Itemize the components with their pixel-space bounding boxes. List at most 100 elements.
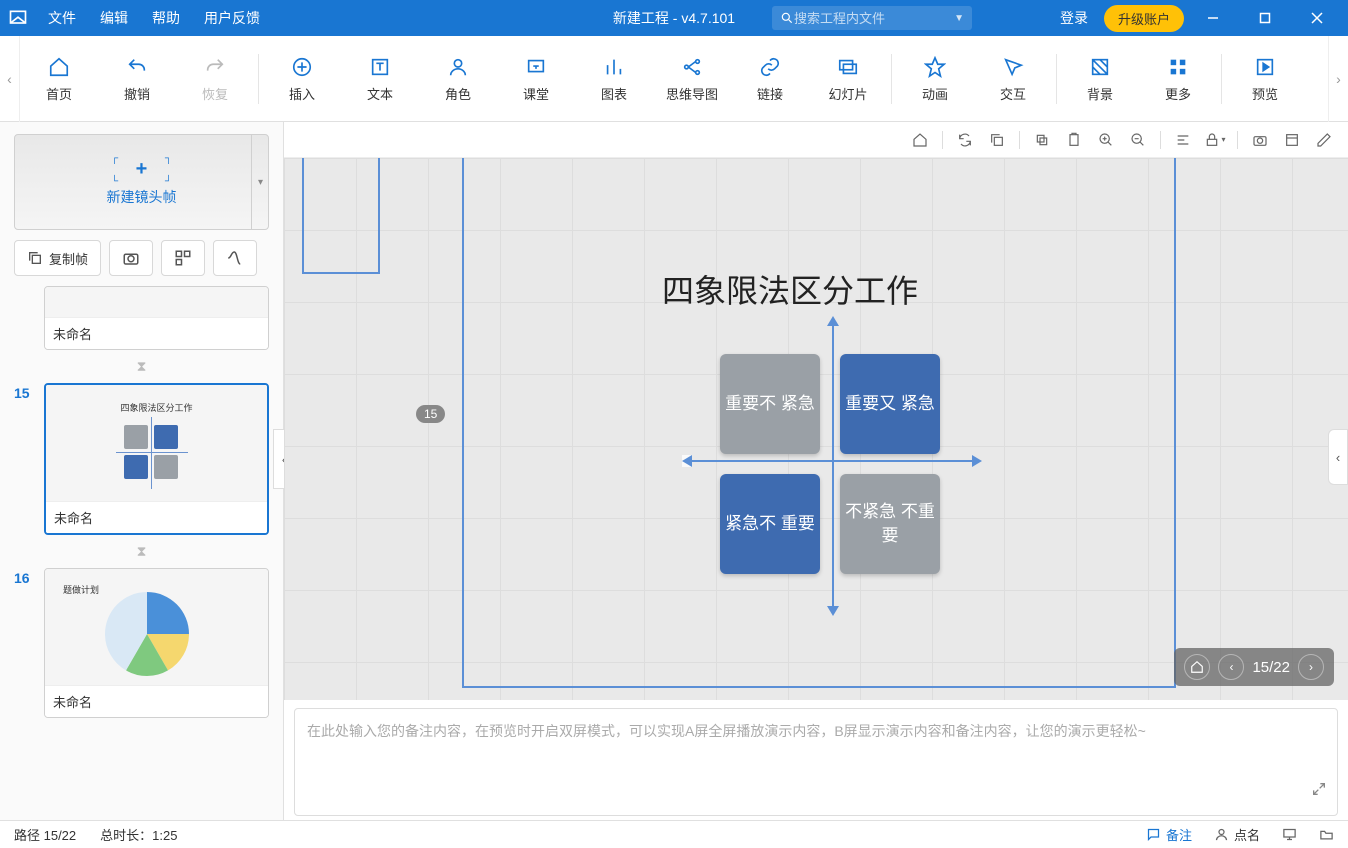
- frame-outline: [302, 158, 380, 274]
- edit-tool[interactable]: [1310, 126, 1338, 154]
- slide-pager: ‹ 15/22 ›: [1174, 648, 1334, 686]
- rotate-icon: [957, 132, 973, 148]
- class-button[interactable]: 课堂: [497, 44, 575, 114]
- zoom-in-button[interactable]: [1092, 126, 1120, 154]
- rollcall-button[interactable]: 点名: [1214, 825, 1260, 844]
- quadrant-diagram[interactable]: 重要不 紧急 重要又 紧急 紧急不 重要 不紧急 不重要: [714, 348, 950, 584]
- new-frame-dropdown[interactable]: ▾: [251, 134, 269, 230]
- play-icon: [1252, 54, 1278, 80]
- path-status: 路径 15/22: [14, 825, 76, 844]
- canvas-home-button[interactable]: [906, 126, 934, 154]
- close-button[interactable]: [1294, 0, 1340, 36]
- quad-box-2[interactable]: 重要又 紧急: [840, 354, 940, 454]
- search-input[interactable]: [794, 11, 934, 26]
- remark-toggle[interactable]: 备注: [1146, 825, 1192, 844]
- snapshot-tool[interactable]: [1246, 126, 1274, 154]
- insert-button[interactable]: 插入: [263, 44, 341, 114]
- menu-file[interactable]: 文件: [36, 8, 88, 28]
- undo-icon: [124, 54, 150, 80]
- menu-help[interactable]: 帮助: [140, 8, 192, 28]
- lock-tool[interactable]: ▾: [1201, 126, 1229, 154]
- layers-icon: [1034, 132, 1050, 148]
- cloud-button[interactable]: [1319, 827, 1334, 842]
- menu-edit[interactable]: 编辑: [88, 8, 140, 28]
- pager-home[interactable]: [1184, 654, 1210, 680]
- title-bar: 文件 编辑 帮助 用户反馈 新建工程 - v4.7.101 ▼ 登录 升级账户: [0, 0, 1348, 36]
- folder-icon: [1319, 827, 1334, 842]
- maximize-button[interactable]: [1242, 0, 1288, 36]
- camera-icon: [122, 249, 140, 267]
- frame-thumb-next[interactable]: 题做计划 未命名: [44, 568, 269, 718]
- notes-placeholder: 在此处输入您的备注内容，在预览时开启双屏模式，可以实现A屏全屏播放演示内容，B屏…: [307, 723, 1146, 739]
- corner-icon: ┐: [165, 153, 172, 164]
- chart-icon: [601, 54, 627, 80]
- upgrade-button[interactable]: 升级账户: [1104, 5, 1184, 32]
- menu-feedback[interactable]: 用户反馈: [192, 8, 272, 28]
- note-icon: [1146, 827, 1161, 842]
- home-icon: [46, 54, 72, 80]
- search-box[interactable]: ▼: [772, 6, 972, 30]
- ribbon-scroll-right[interactable]: ›: [1328, 36, 1348, 122]
- frame-number: 15: [14, 383, 36, 401]
- template-tool[interactable]: [1278, 126, 1306, 154]
- more-button[interactable]: 更多: [1139, 44, 1217, 114]
- text-icon: [367, 54, 393, 80]
- home-icon: [1190, 660, 1204, 674]
- quad-box-4[interactable]: 不紧急 不重要: [840, 474, 940, 574]
- notes-area[interactable]: 在此处输入您的备注内容，在预览时开启双屏模式，可以实现A屏全屏播放演示内容，B屏…: [294, 708, 1338, 816]
- frame-index-badge: 15: [416, 405, 445, 423]
- bg-button[interactable]: 背景: [1061, 44, 1139, 114]
- redo-button[interactable]: 恢复: [176, 44, 254, 114]
- path-tool[interactable]: [213, 240, 257, 276]
- home-button[interactable]: 首页: [20, 44, 98, 114]
- pager-prev[interactable]: ‹: [1218, 654, 1244, 680]
- quad-box-3[interactable]: 紧急不 重要: [720, 474, 820, 574]
- qr-tool[interactable]: [161, 240, 205, 276]
- paste-icon: [1066, 132, 1082, 148]
- zoom-in-icon: [1098, 132, 1114, 148]
- frame-number: 16: [14, 568, 36, 586]
- pager-count: 15/22: [1252, 659, 1290, 676]
- login-button[interactable]: 登录: [1050, 8, 1098, 28]
- home-icon: [912, 132, 928, 148]
- plus-circle-icon: [289, 54, 315, 80]
- mindmap-button[interactable]: 思维导图: [653, 44, 731, 114]
- role-button[interactable]: 角色: [419, 44, 497, 114]
- present-button[interactable]: [1282, 827, 1297, 842]
- bg-icon: [1087, 54, 1113, 80]
- preview-button[interactable]: 预览: [1226, 44, 1304, 114]
- edit-icon: [1316, 132, 1332, 148]
- mindmap-icon: [679, 54, 705, 80]
- slide-title-text[interactable]: 四象限法区分工作: [662, 266, 918, 312]
- paste-tool[interactable]: [1060, 126, 1088, 154]
- zoom-out-button[interactable]: [1124, 126, 1152, 154]
- expand-notes-button[interactable]: [1311, 780, 1327, 805]
- new-frame-button[interactable]: ┌┐ └┘ + 新建镜头帧 ▾: [14, 134, 269, 230]
- slides-button[interactable]: 幻灯片: [809, 44, 887, 114]
- layers-tool[interactable]: [1028, 126, 1056, 154]
- minimize-button[interactable]: [1190, 0, 1236, 36]
- frame-thumb-current[interactable]: 四象限法区分工作 未命名: [44, 383, 269, 535]
- interact-button[interactable]: 交互: [974, 44, 1052, 114]
- collapse-right-panel[interactable]: ‹: [1328, 429, 1348, 485]
- canvas-area[interactable]: 15 四象限法区分工作 重要不 紧急 重要又 紧急 紧急不 重要 不紧急 不重要…: [284, 158, 1348, 700]
- quad-box-1[interactable]: 重要不 紧急: [720, 354, 820, 454]
- camera-tool[interactable]: [109, 240, 153, 276]
- undo-button[interactable]: 撤销: [98, 44, 176, 114]
- align-icon: [1175, 132, 1191, 148]
- ribbon-scroll-left[interactable]: ‹: [0, 36, 20, 122]
- rotate-button[interactable]: [951, 126, 979, 154]
- link-button[interactable]: 链接: [731, 44, 809, 114]
- pager-next[interactable]: ›: [1298, 654, 1324, 680]
- chart-button[interactable]: 图表: [575, 44, 653, 114]
- chevron-down-icon[interactable]: ▼: [954, 13, 964, 24]
- frame-thumb-prev[interactable]: 未命名: [44, 286, 269, 350]
- text-button[interactable]: 文本: [341, 44, 419, 114]
- copy-tool[interactable]: [983, 126, 1011, 154]
- monitor-icon: [1282, 827, 1297, 842]
- copy-frame-button[interactable]: 复制帧: [14, 240, 101, 276]
- align-tool[interactable]: [1169, 126, 1197, 154]
- anim-button[interactable]: 动画: [896, 44, 974, 114]
- camera-icon: [1252, 132, 1268, 148]
- copy-icon: [989, 132, 1005, 148]
